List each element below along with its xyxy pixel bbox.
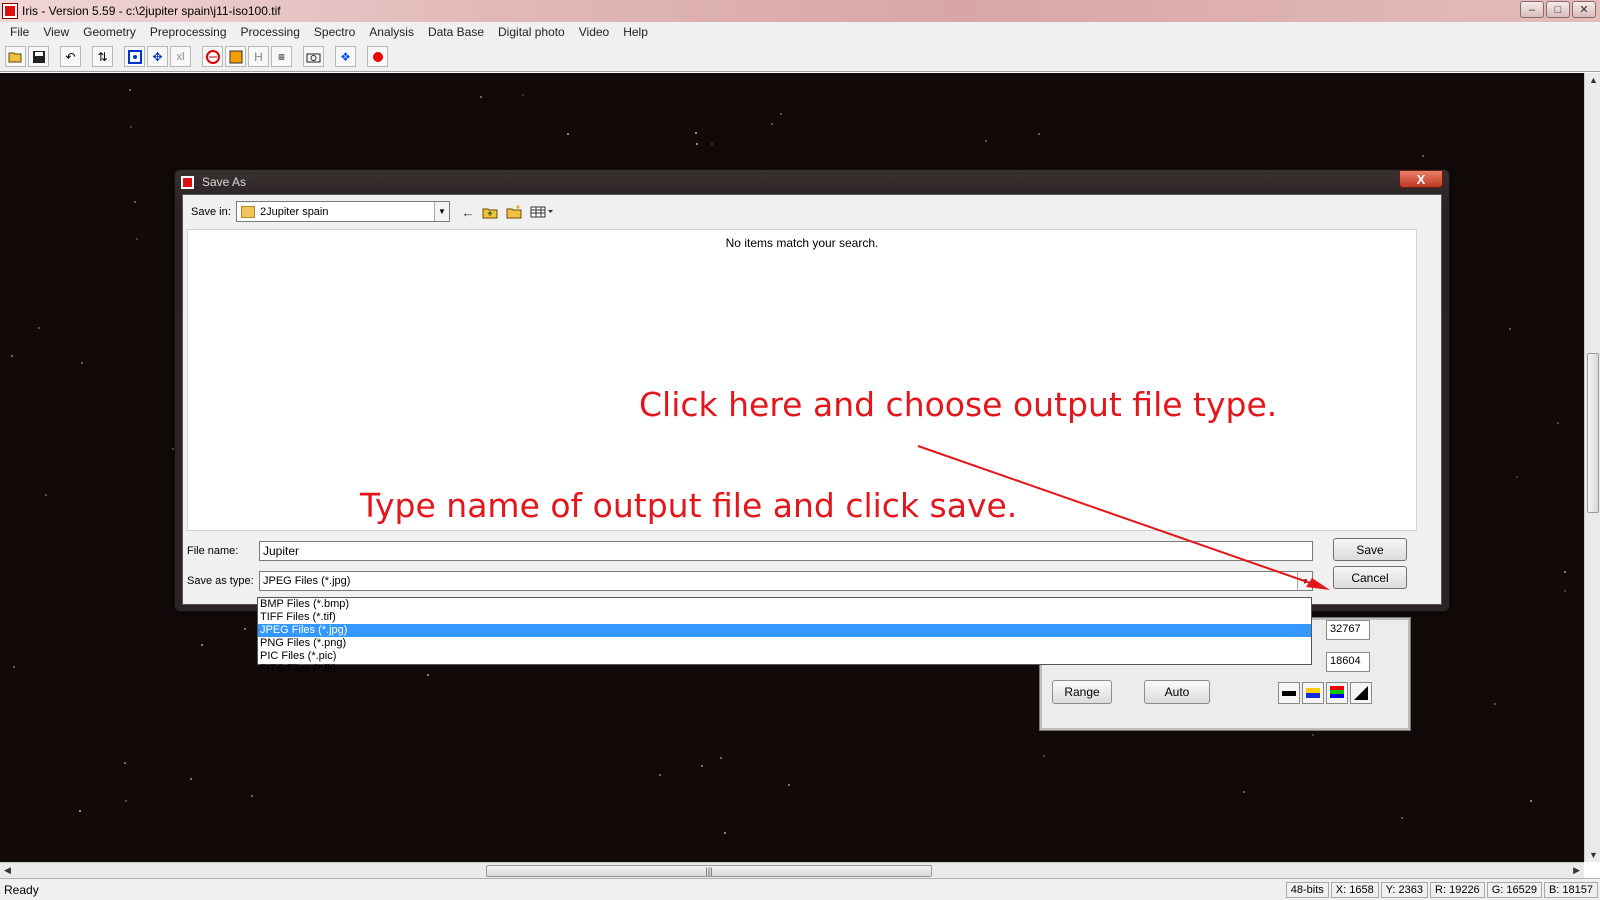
annotation-type-name: Type name of output file and click save. — [360, 486, 1018, 525]
annotation-arrow — [917, 445, 1330, 590]
annotation-choose-type: Click here and choose output file type. — [639, 385, 1278, 424]
